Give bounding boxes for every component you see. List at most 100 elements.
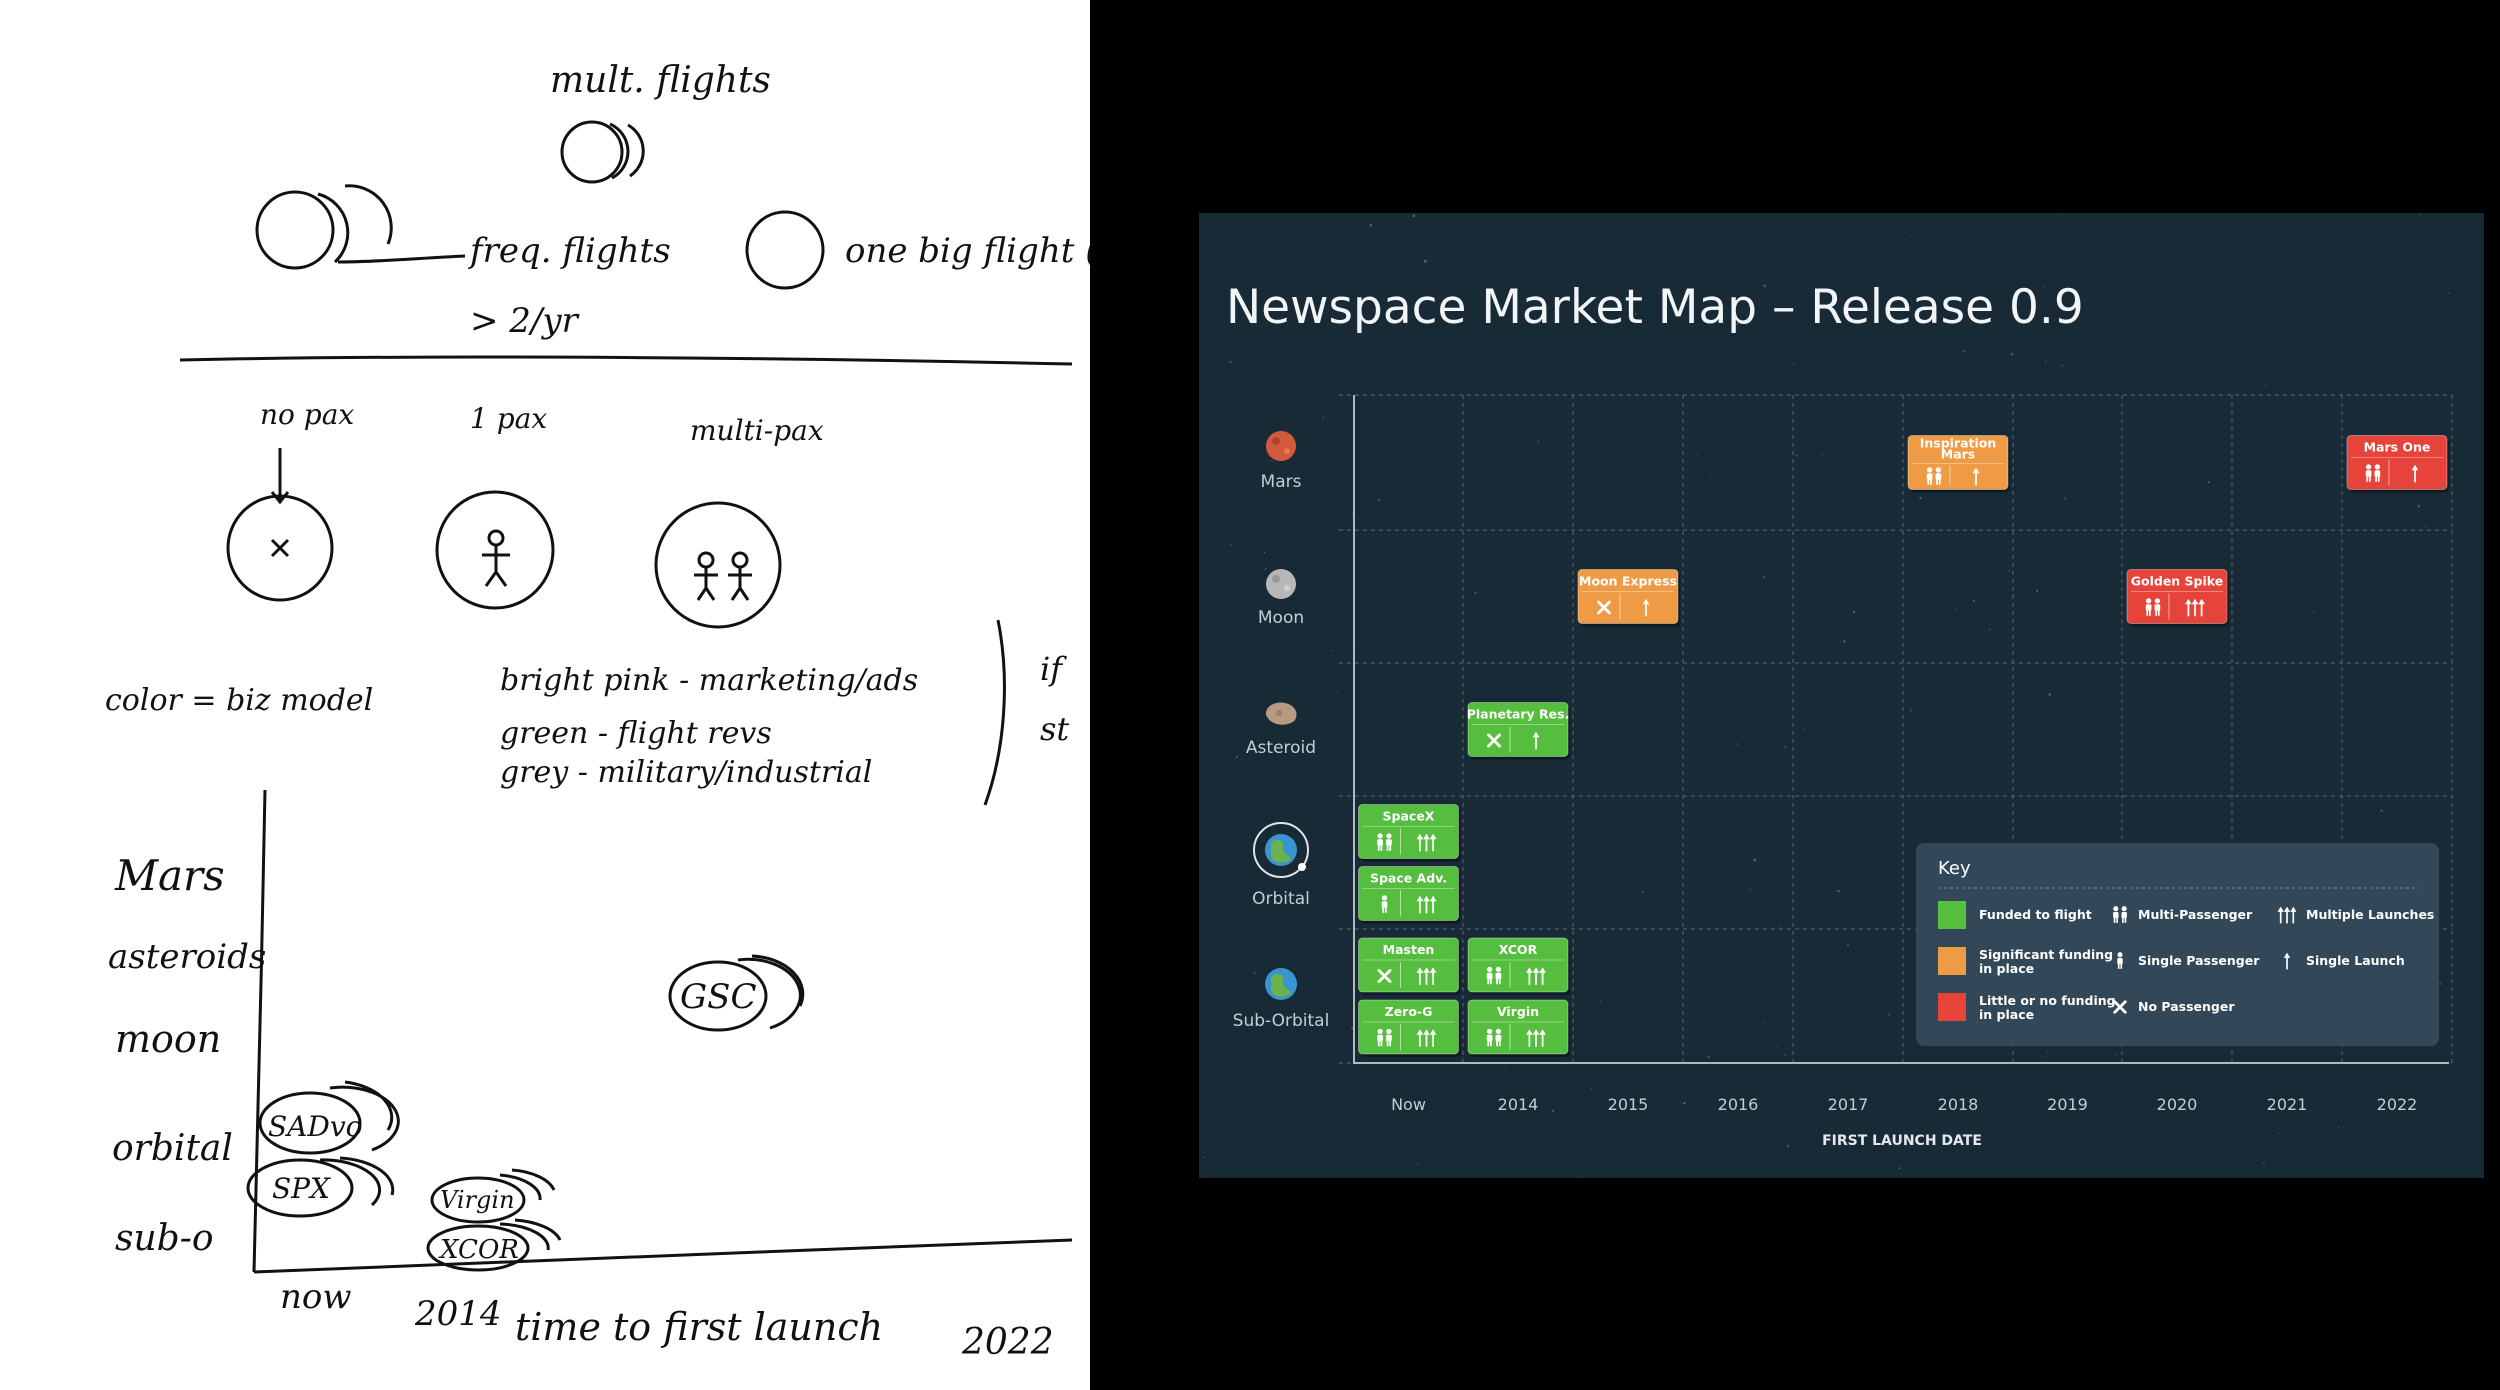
star (1786, 1144, 1790, 1148)
star (1271, 459, 1273, 462)
star (1776, 1045, 1778, 1048)
star (1619, 705, 1621, 706)
star (1553, 552, 1555, 554)
star (1683, 1101, 1686, 1105)
company-name: SpaceX (1383, 809, 1435, 824)
star (1541, 1135, 1543, 1137)
sketch-note: mult. flights (550, 60, 771, 101)
sketch-figure (728, 567, 752, 601)
star (1199, 682, 1200, 684)
star (1762, 576, 1765, 578)
star (1768, 701, 1769, 703)
sketch-divider (179, 355, 1073, 366)
legend-swatch-red (1938, 993, 1966, 1021)
star (1709, 486, 1711, 488)
company-name: Moon Express (1579, 574, 1677, 589)
star (1837, 890, 1840, 893)
star (1253, 971, 1256, 975)
star (1955, 608, 1958, 611)
company-card-golden-spike[interactable]: Golden Spike (2126, 569, 2229, 627)
sketch-note: multi-pax (690, 414, 824, 447)
company-name: Golden Spike (2131, 574, 2224, 589)
company-card-xcor[interactable]: XCOR (1467, 937, 1570, 995)
sketch-bubble-label: SPX (272, 1172, 331, 1205)
star (1455, 721, 1457, 723)
sketch-bracket (983, 619, 1006, 806)
sketch-note: st (1040, 710, 1069, 748)
company-card-zero-g[interactable]: Zero-G (1358, 999, 1461, 1057)
star (2061, 364, 2064, 367)
market-map-panel: Newspace Market Map – Release 0.9 Mars M… (1199, 213, 2484, 1178)
company-card-masten[interactable]: Masten (1358, 937, 1461, 995)
legend-label: in place (1979, 1007, 2034, 1022)
star (1888, 481, 1890, 483)
company-name: Mars (1941, 447, 1975, 462)
star (1784, 1053, 1787, 1056)
star (2438, 982, 2442, 986)
star (2043, 1055, 2045, 1057)
star (1843, 640, 1846, 643)
year-label: 2015 (1608, 1095, 1649, 1114)
star (2456, 217, 2458, 219)
star (2339, 544, 2342, 546)
row-label-asteroid: Asteroid (1246, 738, 1316, 758)
star (1577, 1176, 1578, 1177)
star (1853, 610, 1856, 614)
star (1263, 551, 1266, 554)
sketch-note: if (1040, 650, 1067, 688)
star (2008, 569, 2010, 572)
star (1812, 612, 1814, 614)
star (2044, 360, 2047, 363)
star (1650, 550, 1652, 552)
star (2337, 1127, 2340, 1129)
star (1748, 888, 1752, 891)
star (2046, 1051, 2049, 1053)
star (1322, 416, 1325, 420)
company-name: Masten (1383, 942, 1435, 957)
company-card-virgin[interactable]: Virgin (1467, 999, 1570, 1057)
sketch-figure (694, 567, 718, 601)
star (2119, 829, 2121, 831)
star (2010, 353, 2014, 356)
multiple-launches-icon (1526, 967, 1546, 985)
star (1599, 1000, 1602, 1003)
sketch-bubble-label: Virgin (440, 1186, 515, 1214)
star (1264, 568, 1267, 570)
star (1553, 777, 1555, 779)
star (2036, 589, 2039, 592)
star (1552, 1109, 1555, 1112)
star (1972, 599, 1975, 602)
star (1335, 691, 1338, 693)
star (1718, 427, 1721, 430)
star (1369, 224, 1372, 227)
star (1590, 1087, 1593, 1090)
market-map: Newspace Market Map – Release 0.9 Mars M… (1199, 214, 2458, 1177)
row-label-moon: Moon (1258, 608, 1304, 628)
star (2063, 497, 2067, 500)
star (1792, 363, 1795, 365)
company-card-mars-one[interactable]: Mars One (2346, 435, 2449, 493)
company-card-planetary-res[interactable]: Planetary Res. (1467, 702, 1570, 760)
star (1951, 638, 1953, 640)
legend-label: Single Passenger (2138, 953, 2260, 968)
company-card-moon-express[interactable]: Moon Express (1577, 569, 1680, 627)
star (1988, 628, 1991, 631)
hand-drawn-sketch: mult. flights freq. flights > 2/yr one b… (105, 60, 1090, 1363)
company-card-inspiration-mars[interactable]: InspirationMars (1907, 435, 2010, 493)
sketch-axis-label: sub-o (115, 1218, 214, 1259)
moon-icon (1266, 569, 1296, 599)
sketch-x (270, 538, 290, 558)
company-card-space-adv[interactable]: Space Adv. (1358, 866, 1461, 924)
multiple-launches-icon (1416, 967, 1437, 985)
star (1778, 925, 1780, 927)
star (1963, 350, 1966, 353)
company-name: Planetary Res. (1467, 707, 1570, 722)
mars-icon (1266, 431, 1296, 461)
star (1801, 637, 1803, 640)
star (2214, 344, 2216, 346)
company-card-spacex[interactable]: SpaceX (1358, 804, 1461, 862)
star (2130, 521, 2131, 523)
star (1919, 496, 1922, 500)
legend-title: Key (1938, 858, 1971, 879)
star (1707, 1055, 1710, 1058)
